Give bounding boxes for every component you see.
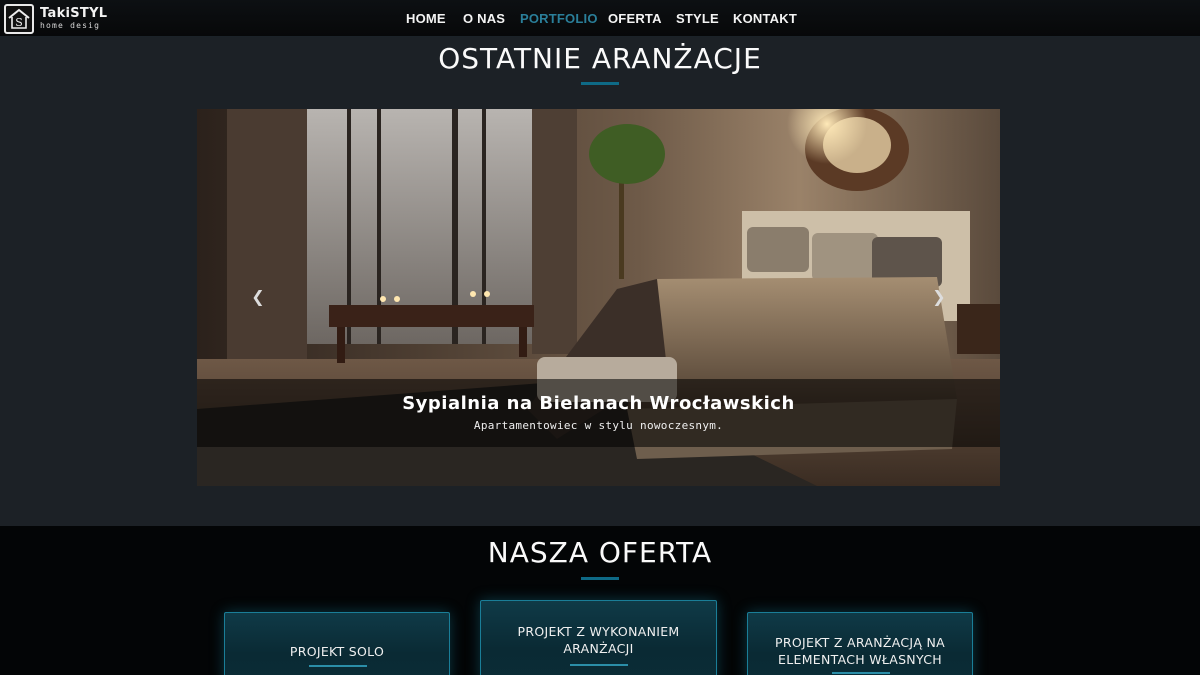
- nav-oferta[interactable]: OFERTA: [608, 11, 662, 26]
- card-accent-bar: [309, 665, 367, 667]
- slide-caption: Sypialnia na Bielanach Wrocławskich Apar…: [197, 379, 1000, 447]
- nav-portfolio[interactable]: PORTFOLIO: [520, 11, 598, 26]
- offer-card-execution[interactable]: PROJEKT Z WYKONANIEM ARANŻACJI: [480, 600, 717, 675]
- nav-home[interactable]: HOME: [406, 11, 446, 26]
- top-navbar: S TakiSTYL home desig HOME O NAS PORTFOL…: [0, 0, 1200, 37]
- offer-card-label: PROJEKT SOLO: [289, 644, 385, 659]
- slide-indicators: [197, 476, 1000, 486]
- offer-card-own-elements[interactable]: PROJEKT Z ARANŻACJĄ NA ELEMENTACH WŁASNY…: [747, 612, 973, 675]
- nav-style[interactable]: STYLE: [676, 11, 719, 26]
- offer-section: NASZA OFERTA PROJEKT SOLO PROJEKT Z WYKO…: [0, 526, 1200, 675]
- main-nav: HOME O NAS PORTFOLIO OFERTA STYLE KONTAK…: [0, 0, 1200, 37]
- nav-kontakt[interactable]: KONTAKT: [733, 11, 797, 26]
- nav-o-nas[interactable]: O NAS: [463, 11, 505, 26]
- title-underline: [581, 577, 619, 580]
- title-underline: [581, 82, 619, 85]
- card-accent-bar: [570, 664, 628, 666]
- project-slider[interactable]: ❮ ❯ Sypialnia na Bielanach Wrocławskich …: [197, 109, 1000, 486]
- recent-section-title: OSTATNIE ARANŻACJE: [438, 42, 762, 75]
- offer-card-label: PROJEKT Z WYKONANIEM ARANŻACJI: [517, 624, 680, 656]
- chevron-left-icon[interactable]: ❮: [251, 287, 265, 307]
- chevron-right-icon[interactable]: ❯: [932, 287, 946, 307]
- slide-subtitle: Apartamentowiec w stylu nowoczesnym.: [473, 419, 724, 432]
- card-accent-bar: [832, 672, 890, 674]
- offer-section-title: NASZA OFERTA: [487, 536, 713, 569]
- offer-card-solo[interactable]: PROJEKT SOLO: [224, 612, 450, 675]
- offer-card-label: PROJEKT Z ARANŻACJĄ NA ELEMENTACH WŁASNY…: [775, 635, 945, 667]
- slide-title: Sypialnia na Bielanach Wrocławskich: [402, 393, 795, 414]
